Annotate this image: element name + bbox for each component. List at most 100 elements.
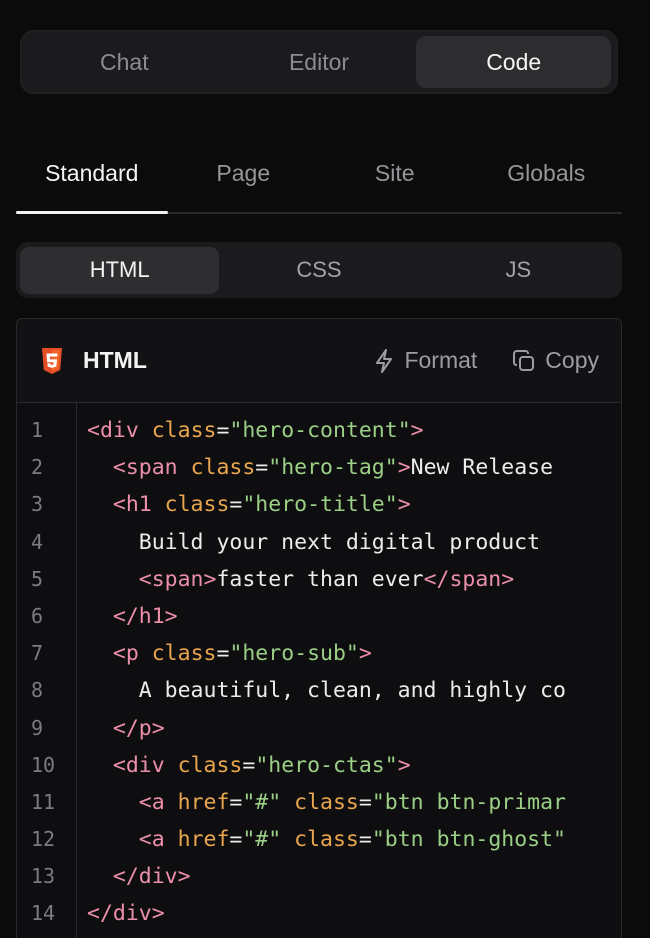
code-token-attr: href (177, 789, 230, 815)
tab-globals[interactable]: Globals (471, 140, 623, 212)
lang-html-button[interactable]: HTML (20, 246, 220, 294)
mode-code-button[interactable]: Code (416, 36, 612, 88)
code-token-attr: class (177, 752, 243, 778)
code-token-str: "hero-content" (229, 418, 411, 443)
code-token-tag: <a (138, 827, 178, 853)
code-line: </div> (87, 858, 621, 895)
code-token-attr: class (294, 789, 359, 815)
code-line: </div> (87, 895, 621, 932)
code-token-tag: <div (87, 418, 152, 443)
line-number: 14 (31, 901, 56, 926)
line-number: 12 (31, 827, 56, 852)
lang-css-button[interactable]: CSS (219, 247, 418, 294)
tab-page[interactable]: Page (168, 140, 320, 212)
code-token-str: "btn btn-primar (371, 789, 567, 815)
mode-switch: Chat Editor Code (20, 30, 618, 94)
scope-tabs: Standard Page Site Globals (16, 140, 622, 214)
code-line: <span>faster than ever</span> (87, 561, 621, 598)
copy-button[interactable]: Copy (513, 347, 599, 374)
line-number: 3 (31, 492, 44, 517)
code-token-txt: = (242, 752, 256, 778)
code-token-tag: </p> (112, 715, 165, 741)
code-line: <a href="#" class="btn btn-ghost" (87, 821, 621, 858)
code-token-attr: class (190, 455, 256, 481)
code-token-tag: </span> (423, 566, 515, 592)
code-token-attr: class (151, 418, 217, 443)
code-editor[interactable]: 1 2 3 4 5 6 7 8 9 10 11 12 13 14 <div class="hero-con… (17, 403, 621, 938)
code-token-txt: Build your next digital product (87, 529, 541, 555)
code-token-txt: faster than ever (216, 566, 424, 592)
mode-chat-button[interactable]: Chat (27, 36, 222, 88)
code-token-txt: = (358, 827, 372, 853)
line-number: 11 (31, 789, 56, 814)
line-number: 13 (31, 864, 56, 889)
code-token-txt: A beautiful, clean, and highly co (87, 678, 566, 704)
code-token-tag: <h1 (112, 492, 165, 518)
code-content[interactable]: <div class="hero-content"> <span class="… (77, 403, 621, 938)
line-number: 4 (31, 529, 44, 554)
line-number: 9 (31, 715, 44, 740)
code-token-str: "hero-ctas" (255, 752, 398, 778)
tab-standard[interactable]: Standard (16, 140, 168, 214)
line-number: 8 (31, 678, 44, 703)
code-token-attr: class (151, 641, 217, 667)
copy-label: Copy (545, 347, 599, 373)
html5-icon (41, 347, 63, 374)
code-token-str: "hero-tag" (268, 455, 398, 481)
code-line: <div class="hero-ctas"> (87, 747, 621, 784)
code-token-tag: <p (112, 641, 152, 667)
code-panel: HTML Format Copy 1 2 3 4 5 6 7 8 9 10 11 12 13 14 <di… (16, 318, 622, 938)
code-token-str: "btn btn-ghost" (371, 827, 567, 853)
format-label: Format (404, 347, 478, 373)
code-token-txt: = (216, 418, 230, 443)
code-token-tag: </h1> (112, 603, 178, 629)
line-number: 1 (31, 418, 44, 442)
code-panel-title: HTML (83, 347, 147, 373)
format-button[interactable]: Format (374, 347, 477, 374)
code-token-str: "#" (242, 789, 282, 815)
code-token-tag: <span> (138, 566, 217, 592)
line-number: 10 (31, 752, 56, 777)
code-line: <a href="#" class="btn btn-primar (87, 784, 621, 821)
code-line: <div class="hero-content"> (87, 412, 621, 449)
code-token-attr: href (177, 827, 230, 853)
lang-js-button[interactable]: JS (419, 247, 618, 294)
code-token-tag: > (397, 752, 411, 778)
code-line: <p class="hero-sub"> (87, 635, 621, 672)
code-token-tag: <span (112, 455, 191, 481)
language-switch: HTML CSS JS (16, 242, 622, 298)
code-token-tag: > (397, 455, 411, 481)
code-token-tag: > (358, 641, 372, 667)
code-token-txt: = (229, 827, 243, 853)
code-token-txt: = (255, 455, 269, 481)
line-number: 2 (31, 455, 44, 480)
code-token-str: "hero-sub" (229, 641, 359, 667)
code-token-txt: New Release (410, 455, 554, 481)
code-token-txt: = (216, 641, 230, 667)
code-line: <h1 class="hero-title"> (87, 486, 621, 523)
code-token-txt: = (229, 492, 243, 518)
code-token-tag: <div (112, 752, 178, 778)
code-token-str: "#" (242, 827, 282, 853)
code-token-str: "hero-title" (242, 492, 398, 518)
code-token-txt: = (229, 789, 243, 815)
line-number: 5 (31, 566, 44, 591)
code-token-tag: > (410, 418, 424, 443)
code-token-attr: class (164, 492, 230, 518)
code-token-tag: <a (138, 789, 178, 815)
code-line: </p> (87, 710, 621, 747)
mode-editor-button[interactable]: Editor (222, 36, 417, 88)
tab-site[interactable]: Site (319, 140, 471, 212)
code-line: <span class="hero-tag">New Release (87, 449, 621, 486)
code-token-tag: </div> (112, 864, 191, 890)
code-line: </h1> (87, 598, 621, 635)
